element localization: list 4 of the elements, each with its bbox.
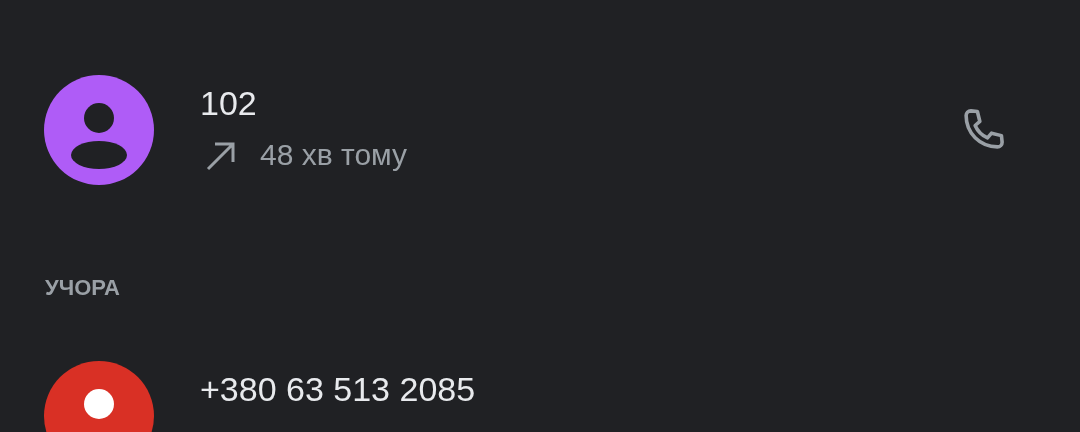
call-time: 48 хв тому — [260, 137, 408, 173]
phone-number: +380 63 513 2085 — [200, 369, 476, 409]
phone-number: 102 — [200, 83, 257, 123]
section-header: УЧОРА — [45, 275, 120, 301]
